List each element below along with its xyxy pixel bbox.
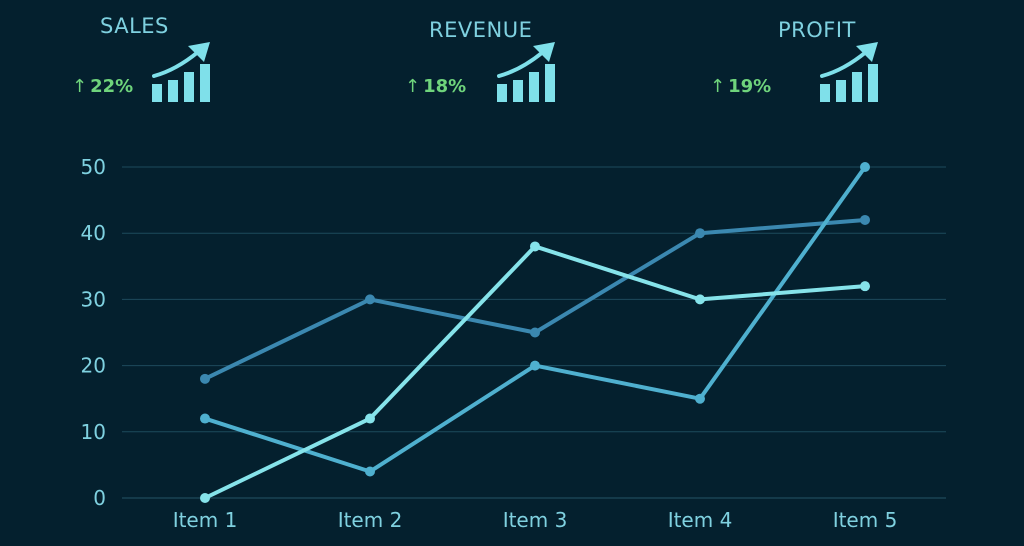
data-point — [365, 466, 375, 477]
data-point — [860, 162, 870, 172]
y-tick-label: 0 — [93, 486, 106, 510]
series-3 — [200, 241, 870, 503]
y-tick-label: 20 — [81, 354, 106, 378]
dashboard: SALES ↑ 22% REVENUE ↑ 18% PROFIT ↑ 19% 0 10 2… — [0, 0, 1024, 546]
series-2 — [200, 162, 870, 477]
data-point — [695, 294, 705, 305]
data-point — [200, 373, 210, 384]
data-point — [530, 360, 540, 371]
data-point — [365, 413, 375, 424]
data-point — [695, 393, 705, 404]
line-chart: 0 10 20 30 40 50 Item 1 Item 2 Item 3 Item 4 Item … — [81, 155, 946, 532]
data-point — [860, 214, 870, 225]
x-tick-label: Item 2 — [338, 508, 403, 532]
data-point — [860, 281, 870, 292]
data-point — [200, 413, 210, 424]
data-point — [365, 294, 375, 305]
y-tick-label: 50 — [81, 155, 106, 179]
x-tick-label: Item 1 — [173, 508, 238, 532]
data-point — [530, 241, 540, 252]
data-point — [530, 327, 540, 338]
x-tick-label: Item 3 — [503, 508, 568, 532]
y-tick-label: 40 — [81, 221, 106, 245]
y-tick-label: 30 — [81, 287, 106, 311]
x-tick-label: Item 4 — [668, 508, 733, 532]
data-point — [695, 228, 705, 239]
data-point — [200, 493, 210, 503]
series-line — [203, 244, 867, 500]
series-line — [203, 165, 867, 474]
x-tick-label: Item 5 — [833, 508, 898, 532]
y-tick-label: 10 — [81, 420, 106, 444]
